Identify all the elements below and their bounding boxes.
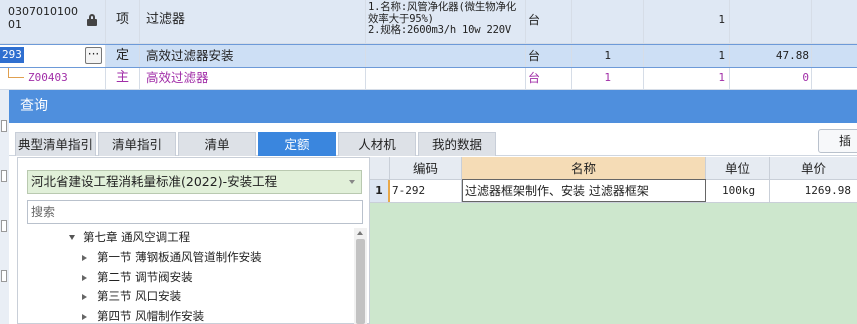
extra-cell	[812, 45, 857, 67]
table-row-selected[interactable]: 293 ··· 定 高效过滤器安装 台 1 1 47.88	[0, 44, 857, 68]
tab-my-data[interactable]: 我的数据	[418, 132, 496, 156]
tree-node-label: 第七章 通风空调工程	[83, 230, 191, 244]
quota-library-pane: 河北省建设工程消耗量标准(2022)-安装工程 搜索 第七章 通风空调工程 第一…	[17, 157, 370, 324]
tree-connector	[8, 68, 24, 78]
item-unit: 台	[526, 0, 572, 43]
result-code[interactable]: 7-292	[390, 180, 462, 202]
item-qty-expr[interactable]: 1	[572, 45, 644, 67]
item-features[interactable]	[366, 45, 526, 67]
item-qty[interactable]: 1	[644, 0, 730, 43]
item-qty[interactable]: 1	[644, 45, 730, 67]
tree-node-section[interactable]: 第二节 调节阀安装	[82, 268, 193, 286]
bill-grid: 030701010001 项 过滤器 1.名称:风管净化器(微生物净化效率大于9…	[0, 0, 857, 90]
tree-node-section[interactable]: 第一节 薄钢板通风管道制作安装	[82, 248, 262, 266]
item-name[interactable]: 高效过滤器	[140, 68, 366, 89]
query-dialog: 查询 典型清单指引 清单指引 清单 定额 人材机 我的数据 插入 河北省建设工程…	[9, 90, 857, 324]
tab-bill[interactable]: 清单	[178, 132, 256, 156]
header-name[interactable]: 名称	[462, 157, 706, 180]
header-index	[370, 157, 390, 180]
item-code-cell[interactable]: Z00403	[0, 68, 106, 89]
collapse-arrow-icon[interactable]	[82, 293, 87, 300]
tree-node-label: 第三节 风口安装	[97, 289, 182, 303]
header-unit[interactable]: 单位	[706, 157, 770, 180]
tree-scrollbar[interactable]	[354, 228, 367, 324]
scroll-thumb[interactable]	[356, 239, 365, 324]
more-button[interactable]: ···	[85, 47, 102, 64]
table-row[interactable]: 1 7-292 过滤器框架制作、安装 过滤器框架 100kg 1269.98	[370, 179, 857, 203]
tree-node-chapter[interactable]: 第七章 通风空调工程	[69, 228, 190, 246]
item-type: 项	[106, 0, 140, 43]
scroll-up-icon[interactable]	[357, 231, 363, 235]
item-qty[interactable]: 1	[644, 68, 730, 89]
lock-icon	[87, 14, 97, 26]
chevron-down-icon	[349, 180, 355, 184]
item-features-text: 1.名称:风管净化器(微生物净化效率大于95%) 2.规格:2600m3/h 1…	[368, 1, 517, 36]
item-code: 030701010001	[8, 5, 78, 31]
tab-labor-material-machine[interactable]: 人材机	[338, 132, 416, 156]
tab-bill-guide[interactable]: 清单指引	[98, 132, 176, 156]
background-grid-strip	[0, 90, 9, 324]
item-price: 0	[730, 68, 812, 89]
item-unit: 台	[526, 68, 572, 89]
standard-select-value: 河北省建设工程消耗量标准(2022)-安装工程	[31, 174, 278, 189]
table-row[interactable]: Z00403 主 高效过滤器 台 1 1 0	[0, 68, 857, 90]
tree-node-section[interactable]: 第三节 风口安装	[82, 287, 181, 305]
header-price[interactable]: 单价	[770, 157, 857, 180]
item-features[interactable]: 1.名称:风管净化器(微生物净化效率大于95%) 2.规格:2600m3/h 1…	[366, 0, 526, 43]
expand-arrow-icon[interactable]	[69, 235, 75, 240]
extra-cell	[812, 68, 857, 89]
insert-button[interactable]: 插入	[818, 129, 857, 170]
tab-typical-bill-guide[interactable]: 典型清单指引	[15, 132, 96, 156]
item-code-cell[interactable]: 030701010001	[0, 0, 106, 43]
item-unit: 台	[526, 45, 572, 67]
collapse-arrow-icon[interactable]	[82, 274, 87, 281]
row-marker	[1, 120, 7, 132]
tree-node-section[interactable]: 第四节 风帽制作安装	[82, 307, 204, 324]
collapse-arrow-icon[interactable]	[82, 313, 87, 320]
results-header: 编码 名称 单位 单价	[370, 157, 857, 180]
tree-node-label: 第二节 调节阀安装	[97, 270, 193, 284]
item-type: 主	[106, 68, 140, 89]
item-code: Z00403	[28, 71, 68, 84]
result-price[interactable]: 1269.98	[770, 180, 857, 202]
item-type: 定	[106, 45, 140, 67]
row-index: 1	[370, 180, 390, 202]
item-qty-expr[interactable]: 1	[572, 68, 644, 89]
item-code-cell[interactable]: 293 ···	[0, 45, 106, 67]
item-price: 47.88	[730, 45, 812, 67]
header-code[interactable]: 编码	[390, 157, 462, 180]
tab-bar: 典型清单指引 清单指引 清单 定额 人材机 我的数据	[9, 123, 857, 156]
item-name[interactable]: 过滤器	[140, 0, 366, 43]
table-row[interactable]: 030701010001 项 过滤器 1.名称:风管净化器(微生物净化效率大于9…	[0, 0, 857, 44]
tab-quota[interactable]: 定额	[258, 132, 336, 156]
dialog-title[interactable]: 查询	[9, 90, 857, 123]
row-marker	[1, 170, 7, 182]
extra-cell	[812, 0, 857, 43]
results-pane: 编码 名称 单位 单价 1 7-292 过滤器框架制作、安装 过滤器框架 100…	[370, 157, 857, 324]
item-name[interactable]: 高效过滤器安装	[140, 45, 366, 67]
item-code-input[interactable]: 293	[0, 47, 24, 63]
tree-node-label: 第四节 风帽制作安装	[97, 309, 205, 323]
row-marker	[1, 270, 7, 282]
chapter-tree: 第七章 通风空调工程 第一节 薄钢板通风管道制作安装 第二节 调节阀安装 第三节…	[18, 228, 353, 324]
item-qty-expr[interactable]	[572, 0, 644, 43]
item-price	[730, 0, 812, 43]
item-features[interactable]	[366, 68, 526, 89]
row-marker	[1, 220, 7, 232]
tree-node-label: 第一节 薄钢板通风管道制作安装	[97, 250, 262, 264]
collapse-arrow-icon[interactable]	[82, 254, 87, 261]
standard-select[interactable]: 河北省建设工程消耗量标准(2022)-安装工程	[27, 170, 362, 194]
result-unit[interactable]: 100kg	[706, 180, 770, 202]
result-name[interactable]: 过滤器框架制作、安装 过滤器框架	[462, 179, 706, 202]
search-input[interactable]: 搜索	[27, 200, 363, 224]
